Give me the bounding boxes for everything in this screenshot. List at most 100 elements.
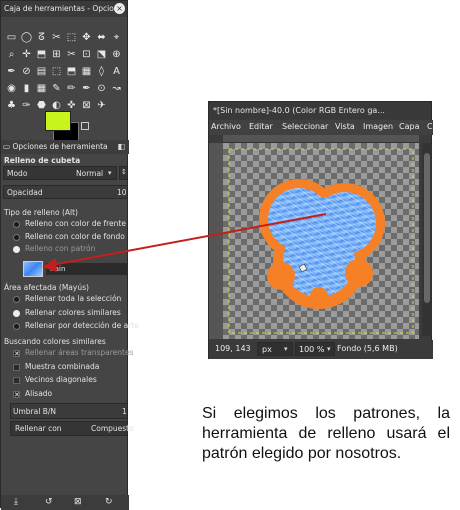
chevron-down-icon: ▾ [327,345,331,353]
tool-icon[interactable]: ⊠ [79,98,94,113]
restore-options-icon[interactable]: ↺ [45,497,53,507]
pattern-name-field[interactable]: Rain [46,263,127,275]
tool-icon[interactable]: ⊕ [109,47,124,62]
radio-icon[interactable] [13,323,20,330]
tool-icon[interactable]: ⬚ [64,30,79,45]
pattern-preview[interactable] [23,261,43,277]
menu-editar[interactable]: Editar [249,122,273,131]
horizontal-ruler[interactable] [223,135,419,143]
tool-icon[interactable]: ✒ [4,64,19,79]
fill-type-option-label: Relleno con color de frente [25,219,126,228]
tool-icon[interactable]: A [109,64,124,79]
tab-menu-icon[interactable]: ◧ [117,142,125,151]
tool-icon[interactable]: ⌖ [109,30,124,45]
tool-icon[interactable]: ▭ [4,30,19,45]
opacity-value: 10 [117,188,127,197]
similar-color-option[interactable]: Vecinos diagonales [1,375,127,386]
vertical-ruler[interactable] [209,143,223,339]
filled-shape [228,148,414,334]
similar-color-option[interactable]: ✕ Alisado [1,389,127,400]
tool-icon[interactable]: ✈ [94,98,109,113]
mode-reset-button[interactable]: ↕ [119,166,128,180]
tool-name: Relleno de cubeta [4,156,81,165]
tool-icon[interactable]: ♣ [4,98,19,113]
tool-icon[interactable]: ⊙ [94,81,109,96]
affected-area-option-label: Rellenar por detección de arte [25,321,139,330]
tool-icon[interactable]: ✂ [49,30,64,45]
tool-icon[interactable]: ▦ [34,81,49,96]
tool-icon[interactable]: ✛ [19,47,34,62]
save-options-icon[interactable]: ⤓ [14,497,18,507]
tool-icon[interactable]: ⬌ [94,30,109,45]
opacity-slider[interactable]: Opacidad 10 [3,185,128,199]
affected-area-option-label: Rellenar toda la selección [25,294,122,303]
tool-icon[interactable]: ⊡ [79,47,94,62]
affected-area-option[interactable]: Rellenar por detección de arte [1,321,139,332]
tool-icon[interactable]: ⌕ [4,47,19,62]
menu-seleccionar[interactable]: Seleccionar [282,122,328,131]
fill-with-select[interactable]: Rellenar con Compuesto [10,421,134,436]
tab-tool-options[interactable]: ▭ Opciones de herramienta [3,141,108,153]
close-icon[interactable]: × [114,3,125,14]
tool-icon[interactable]: ⊘ [19,64,34,79]
fill-type-option[interactable]: Relleno con patrón [1,244,127,255]
fill-type-option[interactable]: Relleno con color de frente [1,219,127,230]
threshold-label: Umbral B/N [13,407,56,416]
menu-vista[interactable]: Vista [335,122,355,131]
tool-icon[interactable]: ▦ [79,64,94,79]
threshold-slider[interactable]: Umbral B/N 1 [10,403,128,419]
fill-type-option[interactable]: Relleno con color de fondo [1,232,127,243]
reset-options-icon[interactable]: ↻ [105,497,113,507]
pointer-coords: 109, 143 [215,344,251,353]
tool-icon[interactable]: ◊ [94,64,109,79]
tool-icon[interactable]: ↝ [109,81,124,96]
checkbox-icon[interactable]: ✕ [13,390,20,398]
affected-area-option[interactable]: Rellenar toda la selección [1,294,127,305]
radio-icon[interactable] [13,221,20,228]
tool-icon[interactable]: ✑ [19,98,34,113]
similar-color-option[interactable]: ✕ Rellenar áreas transparentes [1,348,134,359]
radio-icon[interactable] [13,296,20,303]
radio-icon[interactable] [13,233,20,241]
tool-icon[interactable]: ✎ [49,81,64,96]
tool-icon[interactable] [109,98,124,113]
foreground-color-swatch[interactable] [45,111,71,131]
mode-select[interactable]: Modo Normal ▾ [3,166,117,180]
similar-colors-label: Buscando colores similares [4,337,106,346]
tool-icon[interactable]: ⬚ [49,64,64,79]
checkbox-icon[interactable] [13,363,20,371]
similar-color-option[interactable]: Muestra combinada [1,362,127,373]
menu-capa[interactable]: Capa [399,122,419,131]
menu-archivo[interactable]: Archivo [211,122,241,131]
default-colors-icon[interactable] [81,122,89,130]
tool-icon[interactable]: ✂ [64,47,79,62]
tool-icon[interactable]: ⬒ [34,47,49,62]
tool-icon[interactable]: ᘔ [34,30,49,45]
tool-icon[interactable]: ✒ [79,81,94,96]
radio-icon[interactable] [13,246,20,253]
zoom-select[interactable]: 100 % ▾ [295,342,335,356]
fill-with-label: Rellenar con [15,424,62,433]
radio-icon[interactable] [13,309,20,317]
tool-icon[interactable]: ⬒ [64,64,79,79]
tool-icon[interactable]: ▮ [19,81,34,96]
checkbox-icon[interactable] [13,377,20,384]
tool-icon[interactable]: ▤ [34,64,49,79]
affected-area-option[interactable]: Rellenar colores similares [1,308,127,319]
vertical-scrollbar[interactable] [422,143,432,336]
menu-colores[interactable]: C [427,122,433,131]
unit-select[interactable]: px ▾ [257,342,293,356]
tool-icon[interactable]: ◉ [4,81,19,96]
tool-icon[interactable]: ⊞ [49,47,64,62]
menu-imagen[interactable]: Imagen [363,122,393,131]
scrollbar-thumb[interactable] [424,153,430,303]
tool-icon[interactable]: ◯ [19,30,34,45]
fill-type-option-label: Relleno con color de fondo [25,231,125,241]
image-canvas[interactable] [223,143,419,339]
tool-icon[interactable]: ⬔ [94,47,109,62]
fill-type-label: Tipo de relleno (Alt) [4,208,78,217]
checkbox-icon[interactable]: ✕ [13,350,20,358]
delete-options-icon[interactable]: ⊠ [74,497,82,507]
tool-icon[interactable]: ✥ [79,30,94,45]
tool-icon[interactable]: ✏ [64,81,79,96]
